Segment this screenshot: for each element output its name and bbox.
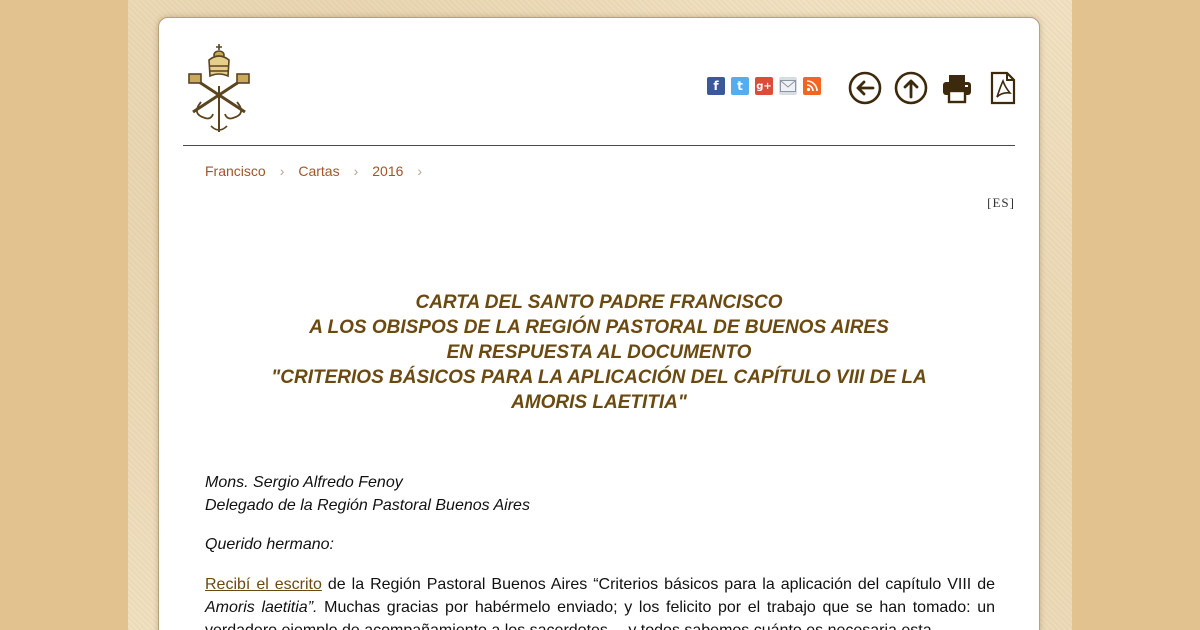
- document-link[interactable]: Recibí el escrito: [205, 576, 322, 593]
- document-card: f t g+ Francisco › Cartas › 2016 › [ES]: [158, 17, 1040, 630]
- breadcrumb: Francisco › Cartas › 2016 ›: [205, 163, 436, 179]
- top-icon[interactable]: [893, 70, 929, 106]
- email-icon[interactable]: [779, 77, 797, 95]
- pdf-icon[interactable]: [985, 70, 1021, 106]
- chevron-right-icon: ›: [417, 163, 423, 179]
- title-line: EN RESPUESTA AL DOCUMENTO: [446, 342, 752, 363]
- breadcrumb-francisco[interactable]: Francisco: [205, 163, 266, 179]
- addressee-name: Mons. Sergio Alfredo Fenoy: [205, 474, 403, 491]
- chevron-right-icon: ›: [353, 163, 359, 179]
- toolbar: [847, 70, 1021, 106]
- letter-paragraph: Recibí el escrito de la Región Pastoral …: [205, 573, 995, 630]
- back-icon[interactable]: [847, 70, 883, 106]
- title-line: CARTA DEL SANTO PADRE FRANCISCO: [415, 292, 783, 313]
- google-plus-icon[interactable]: g+: [755, 77, 773, 95]
- greeting: Querido hermano:: [205, 536, 334, 553]
- facebook-icon[interactable]: f: [707, 77, 725, 95]
- header-divider: [183, 145, 1015, 146]
- paragraph-emphasis: Amoris laetitia”.: [205, 599, 318, 616]
- share-bar: f t g+: [707, 77, 821, 95]
- rss-icon[interactable]: [803, 77, 821, 95]
- breadcrumb-2016[interactable]: 2016: [372, 163, 403, 179]
- twitter-icon[interactable]: t: [731, 77, 749, 95]
- document-title: CARTA DEL SANTO PADRE FRANCISCO A LOS OB…: [199, 290, 999, 415]
- title-line: AMORIS LAETITIA": [511, 392, 687, 413]
- title-line: "CRITERIOS BÁSICOS PARA LA APLICACIÓN DE…: [271, 367, 927, 388]
- title-line: A LOS OBISPOS DE LA REGIÓN PASTORAL DE B…: [309, 317, 889, 338]
- addressee-role: Delegado de la Región Pastoral Buenos Ai…: [205, 497, 530, 514]
- chevron-right-icon: ›: [279, 163, 285, 179]
- vatican-coat-of-arms-logo[interactable]: [181, 42, 257, 134]
- paragraph-text: Muchas gracias por habérmelo enviado; y …: [205, 599, 995, 630]
- addressee: Mons. Sergio Alfredo Fenoy Delegado de l…: [205, 471, 530, 517]
- print-icon[interactable]: [939, 70, 975, 106]
- language-selector[interactable]: [ES]: [987, 195, 1015, 211]
- paragraph-text: de la Región Pastoral Buenos Aires “Crit…: [321, 576, 995, 593]
- breadcrumb-cartas[interactable]: Cartas: [298, 163, 339, 179]
